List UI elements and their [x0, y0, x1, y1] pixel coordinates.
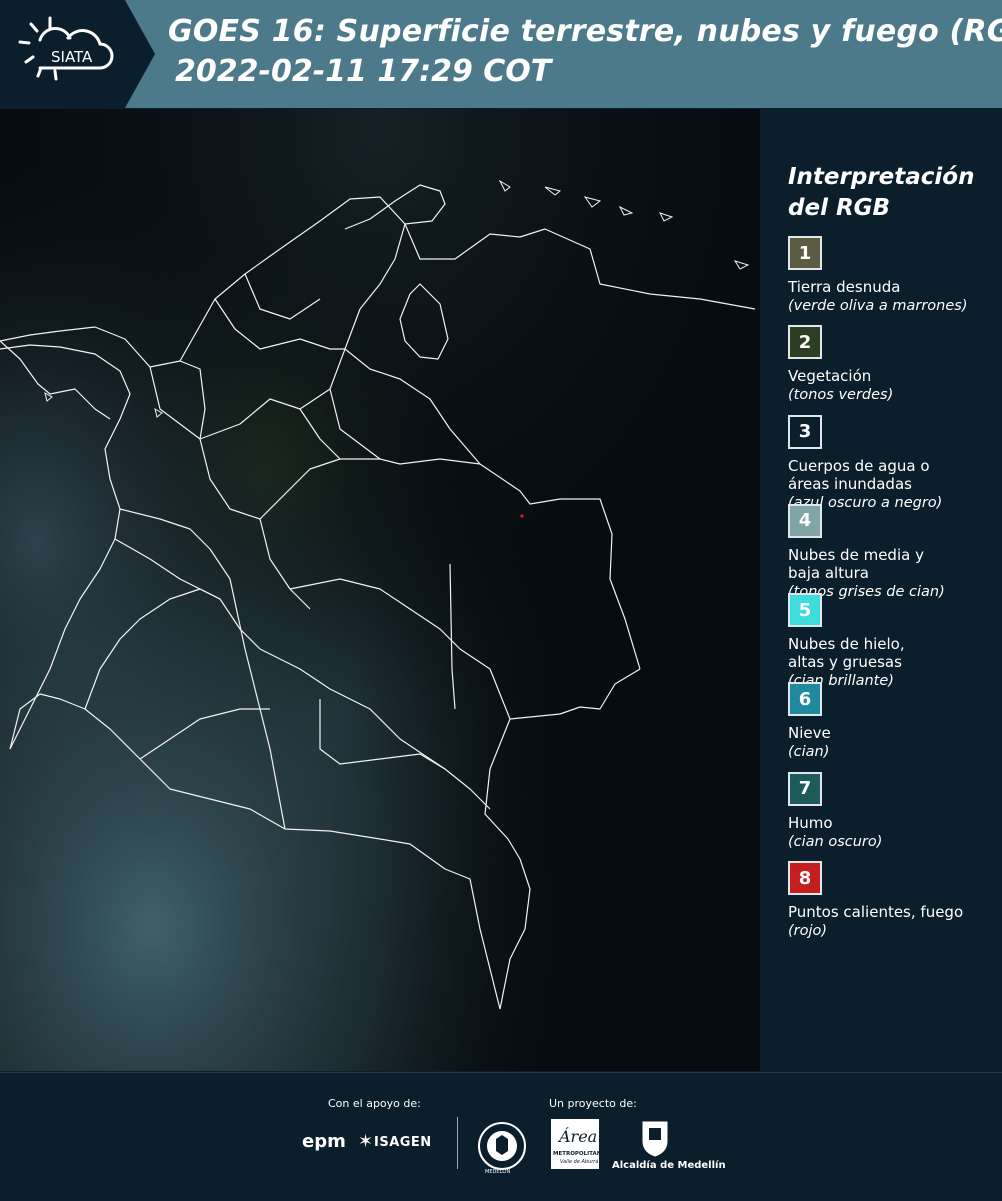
- legend-title-line1: Interpretación: [788, 164, 975, 190]
- legend-item-1: 1 Tierra desnuda (verde oliva a marrones): [788, 236, 998, 325]
- legend-swatch: 3: [788, 414, 822, 449]
- legend-label-line: Humo: [788, 813, 833, 832]
- university-seal-text: MEDELLÍN: [485, 1169, 511, 1175]
- legend-label-line: Nubes de hielo,: [788, 635, 905, 654]
- hotspot-point: [520, 514, 524, 518]
- footer-divider: [457, 1117, 458, 1169]
- project-caption: Un proyecto de:: [549, 1097, 637, 1110]
- legend-item-6: 6 Nieve (cian): [788, 682, 998, 771]
- legend-label-line: Tierra desnuda: [788, 278, 901, 296]
- legend-swatch: 1: [788, 236, 822, 270]
- legend-label-line: Nubes de media y: [788, 545, 924, 564]
- legend-label: Nieve (cian): [788, 724, 998, 761]
- footer-sponsors: Con el apoyo de: Un proyecto de: epm ✶ I…: [0, 1072, 1002, 1201]
- legend-label-line: Cuerpos de agua o: [788, 456, 930, 475]
- legend-label-line: altas y gruesas: [788, 653, 902, 672]
- legend-label: Humo (cian oscuro): [788, 814, 998, 851]
- legend-swatch: 8: [788, 861, 822, 896]
- alcaldia-logo-text: Alcaldía de Medellín: [612, 1160, 726, 1171]
- legend-label-line: Nieve: [788, 724, 831, 743]
- area-logo-text: Área: [559, 1127, 598, 1146]
- legend-swatch: 2: [788, 325, 822, 360]
- isagen-star-icon: ✶: [358, 1131, 374, 1152]
- legend-title: Interpretación del RGB: [788, 162, 998, 224]
- legend-item-7: 7 Humo (cian oscuro): [788, 771, 998, 861]
- legend-swatch: 4: [788, 503, 822, 538]
- area-metropolitana-logo: Área METROPOLITANA Valle de Aburrá: [551, 1119, 606, 1169]
- satellite-map-canvas: [0, 109, 760, 1071]
- siata-logo-text: SIATA: [51, 48, 93, 66]
- legend-label: Vegetación (tonos verdes): [788, 367, 998, 404]
- legend-swatch: 5: [788, 593, 822, 628]
- legend-panel: Interpretación del RGB 1 Tierra desnuda (v…: [788, 162, 998, 950]
- legend-description: (tonos verdes): [788, 387, 894, 404]
- legend-description: (cian oscuro): [788, 833, 883, 850]
- isagen-logo: ISAGEN: [374, 1135, 432, 1150]
- page-timestamp: 2022-02-11 17:29 COT: [175, 54, 552, 89]
- legend-items: 1 Tierra desnuda (verde oliva a marrones) 2…: [788, 236, 998, 950]
- area-logo-valle: Valle de Aburrá: [560, 1159, 599, 1165]
- legend-label: Tierra desnuda (verde oliva a marrones): [788, 278, 998, 315]
- alcaldia-shield-icon: [640, 1119, 670, 1157]
- legend-label-line: áreas inundadas: [788, 474, 912, 493]
- siata-logo: SIATA: [0, 0, 155, 108]
- legend-title-line2: del RGB: [788, 195, 891, 221]
- legend-description: (verde oliva a marrones): [788, 298, 968, 314]
- legend-label-line: Vegetación: [788, 367, 872, 386]
- legend-item-8: 8 Puntos calientes, fuego (rojo): [788, 861, 998, 950]
- satellite-map: [0, 109, 760, 1071]
- legend-swatch: 6: [788, 682, 822, 717]
- area-logo-metropolitana: METROPOLITANA: [553, 1151, 606, 1157]
- legend-label-line: Puntos calientes, fuego: [788, 903, 964, 922]
- legend-label: Puntos calientes, fuego (rojo): [788, 903, 998, 940]
- epm-logo: epm: [302, 1131, 346, 1152]
- legend-description: (rojo): [788, 923, 828, 940]
- header-bar: SIATA GOES 16: Superficie terrestre, nub…: [0, 0, 1002, 108]
- legend-item-3: 3 Cuerpos de agua o áreas inundadas (azul o…: [788, 414, 998, 511]
- legend-label-line: baja altura: [788, 563, 869, 582]
- university-seal-icon: [477, 1121, 527, 1171]
- support-caption: Con el apoyo de:: [328, 1097, 421, 1110]
- legend-item-5: 5 Nubes de hielo, altas y gruesas (cian bri…: [788, 593, 998, 689]
- legend-item-2: 2 Vegetación (tonos verdes): [788, 325, 998, 414]
- legend-description: (cian): [788, 744, 830, 761]
- legend-item-4: 4 Nubes de media y baja altura (tonos grise…: [788, 503, 998, 600]
- page-title: GOES 16: Superficie terrestre, nubes y f…: [168, 14, 1002, 49]
- legend-swatch: 7: [788, 771, 822, 806]
